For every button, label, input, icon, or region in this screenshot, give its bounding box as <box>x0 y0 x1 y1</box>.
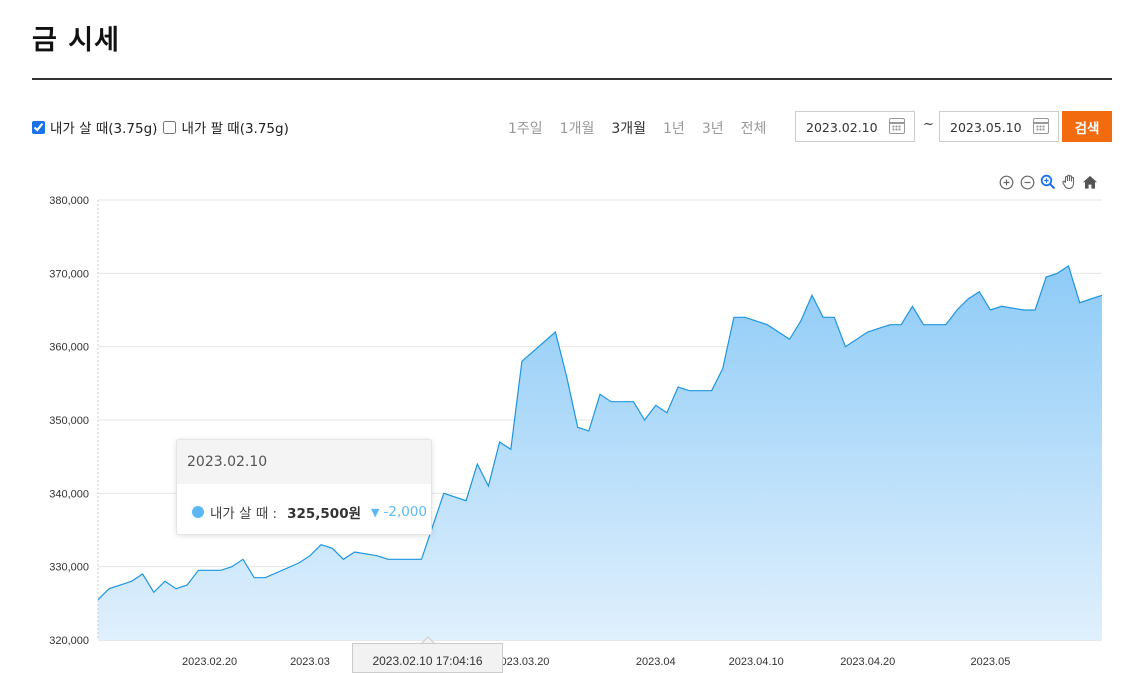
gold-price-chart: 320,000 330,000 340,000 350,000 360,000 370,0… <box>49 195 1103 668</box>
x-tick-label: 2023.04 <box>636 656 676 668</box>
tooltip-date: 2023.02.10 <box>177 440 431 484</box>
tooltip-value: 325,500원 <box>287 506 362 522</box>
x-tick-label: 2023.05 <box>971 656 1011 668</box>
y-axis: 320,000 330,000 340,000 350,000 360,000 370,0… <box>49 195 89 647</box>
y-tick-label: 340,000 <box>49 488 89 500</box>
x-axis: 2023.02.20 2023.03 2023.03.20 2023.04 2023.0… <box>182 656 1010 668</box>
chart-tooltip: 2023.02.10 내가 살 때 : 325,500원 ▼ -2,000 <box>176 439 432 535</box>
x-tick-label: 2023.02.20 <box>182 656 237 668</box>
series-dot-icon <box>192 506 204 518</box>
tooltip-change: -2,000 <box>383 504 428 520</box>
y-tick-label: 370,000 <box>49 268 89 280</box>
tooltip-row: 내가 살 때 : 325,500원 ▼ -2,000 <box>177 484 431 522</box>
down-arrow-icon: ▼ <box>371 505 380 519</box>
y-tick-label: 360,000 <box>49 342 89 354</box>
y-tick-label: 330,000 <box>49 562 89 574</box>
y-tick-label: 350,000 <box>49 415 89 427</box>
y-tick-label: 320,000 <box>49 635 89 647</box>
tooltip-series-label: 내가 살 때 : <box>210 506 278 522</box>
y-tick-label: 380,000 <box>49 195 89 207</box>
crosshair-x-label: 2023.02.10 17:04:16 <box>352 643 503 673</box>
x-tick-label: 2023.03 <box>290 656 330 668</box>
x-tick-label: 2023.04.20 <box>840 656 895 668</box>
x-tick-label: 2023.04.10 <box>729 656 784 668</box>
